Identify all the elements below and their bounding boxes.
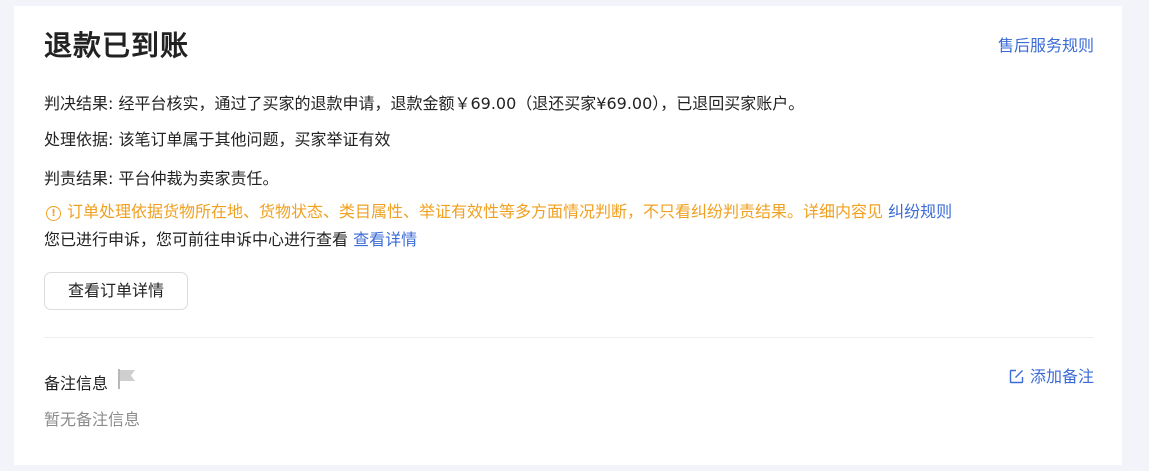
view-order-details-button[interactable]: 查看订单详情	[44, 272, 188, 310]
view-appeal-details-link[interactable]: 查看详情	[353, 230, 417, 249]
judgment-result-line: 判决结果: 经平台核实，通过了买家的退款申请，退款金额￥69.00（退还买家¥6…	[44, 93, 804, 115]
notes-title-label: 备注信息	[44, 374, 109, 393]
add-note-label: 添加备注	[1029, 367, 1094, 386]
flag-icon[interactable]	[117, 368, 137, 396]
appeal-line: 您已进行申诉，您可前往申诉中心进行查看 查看详情	[44, 229, 417, 251]
responsibility-value: 平台仲裁为卖家责任。	[118, 169, 279, 188]
responsibility-result-line: 判责结果: 平台仲裁为卖家责任。	[44, 168, 279, 190]
notes-section-title: 备注信息	[44, 368, 137, 396]
dispute-notice-line: ! 订单处理依据货物所在地、货物状态、类目属性、举证有效性等多方面情况判断，不只看…	[44, 201, 952, 223]
section-divider	[44, 337, 1094, 338]
dispute-notice-text: 订单处理依据货物所在地、货物状态、类目属性、举证有效性等多方面情况判断，不只看纠…	[67, 202, 884, 221]
dispute-rules-link[interactable]: 纠纷规则	[888, 202, 952, 221]
card-header: 退款已到账 售后服务规则	[44, 28, 1094, 68]
page-title: 退款已到账	[44, 29, 190, 62]
edit-icon	[1009, 368, 1024, 390]
basis-label: 处理依据:	[44, 130, 119, 149]
refund-status-card: 退款已到账 售后服务规则 判决结果: 经平台核实，通过了买家的退款申请，退款金额…	[14, 6, 1122, 465]
judgment-value: 经平台核实，通过了买家的退款申请，退款金额￥69.00（退还买家¥69.00），…	[118, 94, 805, 113]
empty-notes-text: 暂无备注信息	[44, 410, 141, 429]
responsibility-label: 判责结果:	[44, 169, 119, 188]
info-circle-icon: !	[46, 206, 61, 221]
basis-value: 该笔订单属于其他问题，买家举证有效	[118, 130, 391, 149]
after-sales-rules-link[interactable]: 售后服务规则	[998, 36, 1094, 56]
handling-basis-line: 处理依据: 该笔订单属于其他问题，买家举证有效	[44, 129, 391, 151]
judgment-label: 判决结果:	[44, 94, 119, 113]
appeal-text: 您已进行申诉，您可前往申诉中心进行查看	[44, 230, 349, 249]
add-note-button[interactable]: 添加备注	[1009, 366, 1094, 390]
